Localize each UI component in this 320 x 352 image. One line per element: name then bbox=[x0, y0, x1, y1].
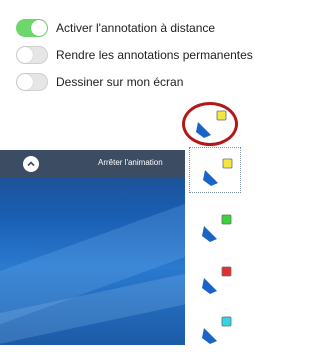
toggle-row-draw-on-screen[interactable]: Dessiner sur mon écran bbox=[16, 72, 183, 92]
toggle-label: Dessiner sur mon écran bbox=[56, 75, 184, 89]
draw-on-screen-toggle[interactable] bbox=[16, 73, 48, 91]
pen-color-swatch bbox=[221, 316, 232, 327]
remote-annotation-toggle[interactable] bbox=[16, 19, 48, 37]
pen-color-swatch bbox=[221, 266, 232, 277]
chevron-up-icon[interactable] bbox=[23, 156, 39, 172]
toggle-row-remote-annotation[interactable]: Activer l'annotation à distance bbox=[16, 18, 215, 38]
pen-slot-green[interactable] bbox=[189, 204, 241, 250]
pen-icon bbox=[202, 328, 217, 344]
shared-screen-preview: Arrêter l'animation bbox=[0, 150, 185, 345]
pen-icon bbox=[202, 226, 217, 242]
permanent-annotations-toggle[interactable] bbox=[16, 46, 48, 64]
toggle-row-permanent-annotations[interactable]: Rendre les annotations permanentes bbox=[16, 45, 253, 65]
toggle-label: Rendre les annotations permanentes bbox=[56, 48, 253, 62]
pen-palette bbox=[185, 120, 245, 345]
pen-icon bbox=[202, 278, 217, 294]
pen-color-swatch bbox=[221, 214, 232, 225]
pen-icon bbox=[203, 170, 218, 186]
pen-slot-cyan[interactable] bbox=[189, 306, 241, 352]
stop-animation-button[interactable]: Arrêter l'animation bbox=[98, 158, 163, 167]
toggle-label: Activer l'annotation à distance bbox=[56, 21, 216, 35]
pen-color-swatch bbox=[222, 158, 233, 169]
highlight-circle bbox=[182, 102, 238, 146]
video-toolbar: Arrêter l'animation bbox=[0, 150, 185, 178]
pen-slot-yellow[interactable] bbox=[189, 147, 241, 193]
pen-slot-red[interactable] bbox=[189, 256, 241, 302]
